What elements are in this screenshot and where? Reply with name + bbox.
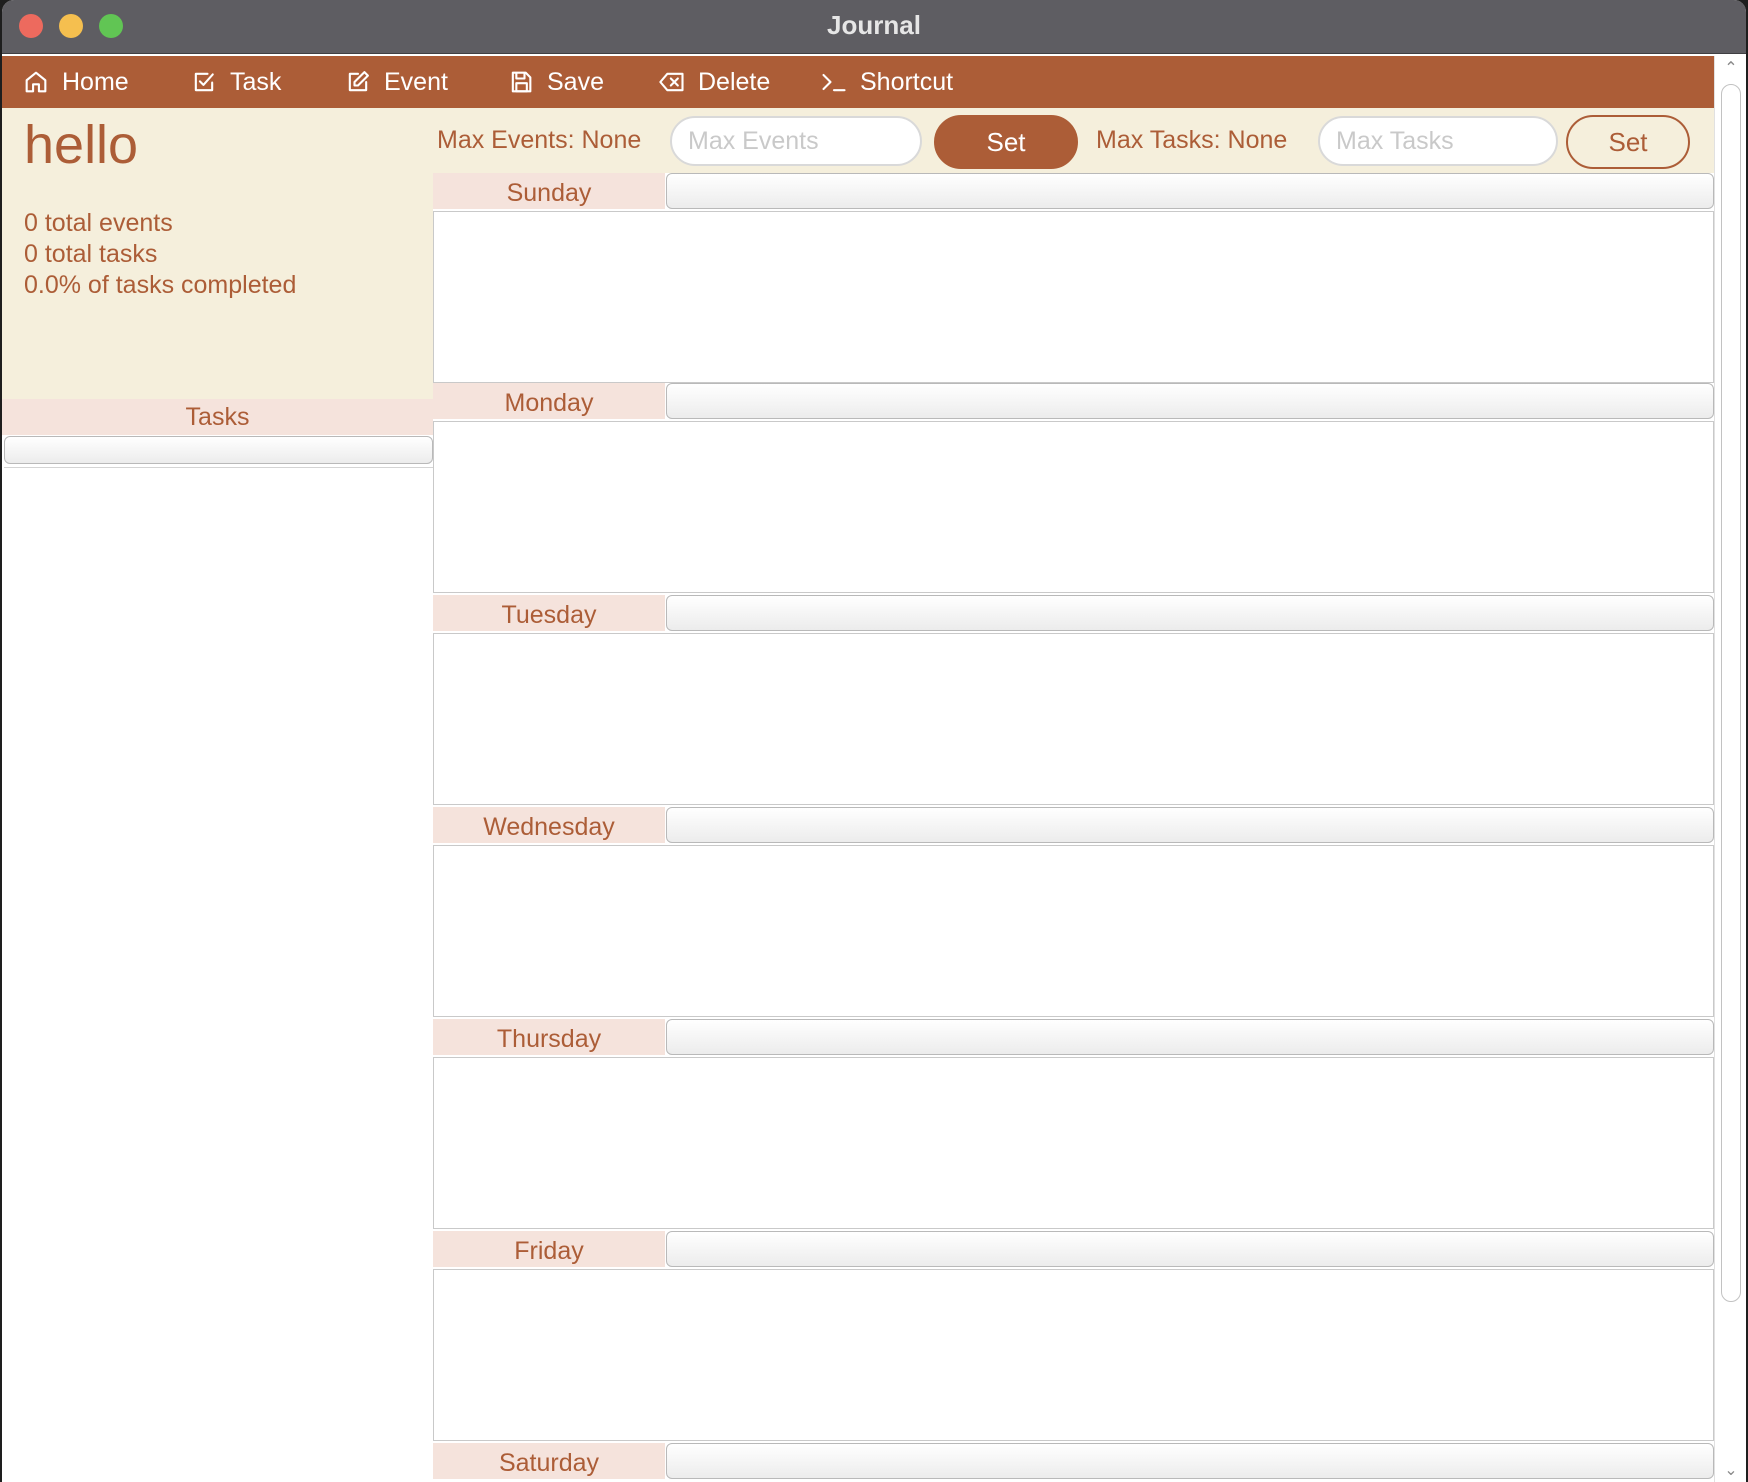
scroll-down-arrow-icon[interactable]: ⌄	[1715, 1460, 1746, 1482]
max-events-label: Max Events: None	[437, 126, 642, 154]
day-events-list[interactable]	[433, 1269, 1714, 1441]
day-label: Saturday	[433, 1443, 665, 1479]
day-label: Monday	[433, 383, 665, 419]
menu-event-label: Event	[384, 67, 448, 96]
tasks-header: Tasks	[2, 399, 433, 435]
menu-shortcut[interactable]: Shortcut	[820, 56, 953, 108]
day-header-field[interactable]	[666, 173, 1714, 209]
tasks-list[interactable]	[4, 467, 433, 1482]
menu-task-label: Task	[230, 67, 282, 96]
limit-controls: Max Events: None Set Max Tasks: None Set	[433, 108, 1714, 173]
floppy-icon	[511, 71, 532, 93]
day-header-field[interactable]	[666, 595, 1714, 631]
menu-event[interactable]: Event	[344, 56, 448, 108]
scroll-up-arrow-icon[interactable]: ⌃	[1715, 58, 1746, 80]
scrollbar-thumb[interactable]	[1721, 84, 1741, 1302]
menu-save-label: Save	[547, 67, 604, 96]
total-events-stat: 0 total events	[24, 209, 173, 237]
tasks-filter-field[interactable]	[4, 436, 433, 464]
day-label: Sunday	[433, 173, 665, 209]
day-label: Tuesday	[433, 595, 665, 631]
menu-bar: Home Task Event Save Delete Shortcut	[2, 56, 1714, 108]
day-events-list[interactable]	[433, 845, 1714, 1017]
completion-stat: 0.0% of tasks completed	[24, 271, 297, 299]
total-tasks-stat: 0 total tasks	[24, 240, 158, 268]
vertical-scrollbar[interactable]: ⌃ ⌄	[1714, 56, 1746, 1482]
week-view: Sunday Monday Tuesday Wednesday Thursday…	[433, 173, 1714, 1482]
max-events-input[interactable]	[670, 116, 922, 166]
day-header-field[interactable]	[666, 1443, 1714, 1479]
day-events-list[interactable]	[433, 633, 1714, 805]
menu-task[interactable]: Task	[190, 56, 281, 108]
sidebar: hello 0 total events 0 total tasks 0.0% …	[2, 108, 433, 1482]
window-title: Journal	[827, 10, 921, 40]
journal-stats: 0 total events 0 total tasks 0.0% of tas…	[24, 208, 296, 301]
day-label: Thursday	[433, 1019, 665, 1055]
menu-shortcut-label: Shortcut	[860, 67, 954, 96]
menu-delete-label: Delete	[698, 67, 771, 96]
edit-icon	[348, 71, 369, 92]
journal-name: hello	[24, 115, 139, 175]
terminal-icon	[822, 73, 846, 92]
title-bar: Journal	[2, 0, 1746, 54]
day-header-field[interactable]	[666, 383, 1714, 419]
max-tasks-label: Max Tasks: None	[1096, 126, 1288, 154]
checkbox-icon	[194, 72, 214, 92]
backspace-icon	[659, 72, 684, 92]
day-header-field[interactable]	[666, 807, 1714, 843]
journal-summary: hello 0 total events 0 total tasks 0.0% …	[2, 108, 433, 399]
home-icon	[25, 71, 47, 93]
day-events-list[interactable]	[433, 421, 1714, 593]
day-events-list[interactable]	[433, 1057, 1714, 1229]
set-max-events-button[interactable]: Set	[934, 115, 1078, 169]
day-header-field[interactable]	[666, 1231, 1714, 1267]
app-window: Journal Home Task Event Save Delete Shor…	[2, 0, 1746, 1482]
max-tasks-input[interactable]	[1318, 116, 1558, 166]
day-events-list[interactable]	[433, 211, 1714, 383]
day-header-field[interactable]	[666, 1019, 1714, 1055]
menu-delete[interactable]: Delete	[658, 56, 770, 108]
menu-home-label: Home	[62, 67, 129, 96]
menu-save[interactable]: Save	[507, 56, 604, 108]
menu-home[interactable]: Home	[22, 56, 129, 108]
set-max-tasks-button[interactable]: Set	[1566, 115, 1690, 169]
day-label: Friday	[433, 1231, 665, 1267]
day-label: Wednesday	[433, 807, 665, 843]
